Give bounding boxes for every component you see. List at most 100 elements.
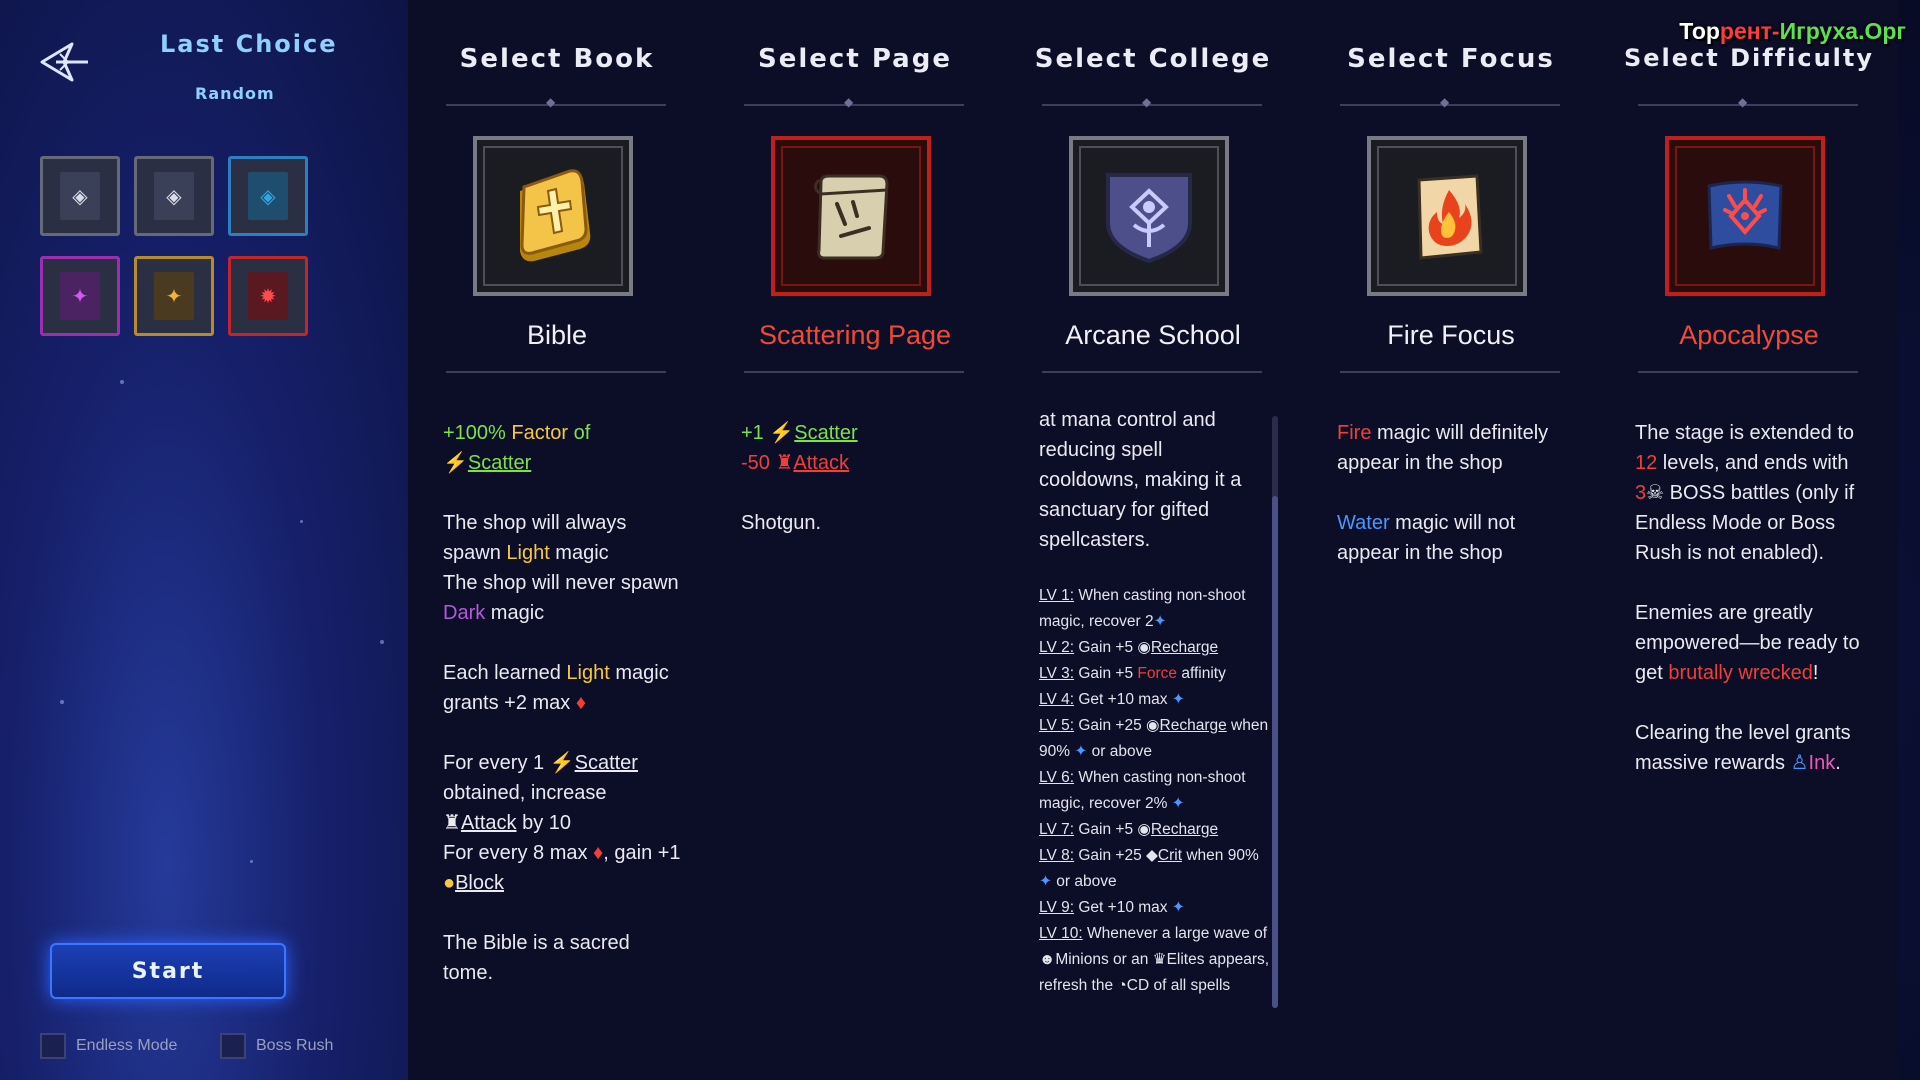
- desc-line: Each learned Light magic grants +2 max ♦: [443, 658, 683, 718]
- sidebar: Last Choice Random ◈ ◈ ◈ ✦ ✦ ✹ Start End…: [0, 0, 415, 1080]
- crit-link[interactable]: Crit: [1158, 847, 1182, 864]
- level-text: Gain +5: [1074, 639, 1138, 656]
- mana-icon: ✦: [1039, 873, 1052, 890]
- desc-line: Enemies are greatly empowered—be ready t…: [1635, 598, 1875, 688]
- level-entry: LV 5: Gain +25 ◉Recharge when 90% ✦ or a…: [1039, 713, 1271, 765]
- mana-icon: ✦: [1171, 691, 1185, 708]
- level-key: LV 5:: [1039, 717, 1075, 734]
- checkbox-box[interactable]: [220, 1033, 246, 1059]
- scatter-link[interactable]: Scatter: [468, 452, 531, 474]
- desc-text: of: [568, 422, 591, 444]
- level-text: affinity: [1177, 665, 1226, 682]
- force-term: Force: [1137, 665, 1178, 682]
- mana-icon: ✦: [1171, 795, 1185, 812]
- watermark: Торрент-Игруха.Орг: [1679, 18, 1906, 45]
- desc-text: magic: [549, 542, 609, 564]
- golden-bible-icon: [520, 169, 591, 262]
- block-link[interactable]: Block: [455, 872, 504, 894]
- arcane-shield-icon: [1106, 173, 1192, 264]
- recharge-link[interactable]: Recharge: [1151, 639, 1218, 656]
- level-entry: LV 1: When casting non-shoot magic, reco…: [1039, 583, 1271, 635]
- level-text: when 90%: [1182, 847, 1259, 864]
- bonus-value: +100%: [443, 422, 512, 444]
- attack-link[interactable]: Attack: [461, 812, 517, 834]
- level-text: Minions or an: [1055, 951, 1153, 968]
- desc-text: obtained, increase: [443, 782, 607, 804]
- level-text: Get +10 max: [1074, 691, 1172, 708]
- boss-count: 3: [1635, 482, 1647, 504]
- divider: [1042, 95, 1262, 109]
- desc-text: BOSS battles (only if Endless Mode or Bo…: [1635, 482, 1855, 564]
- red-emblem-icon: ✹: [248, 272, 288, 320]
- back-button[interactable]: [38, 40, 94, 84]
- factor-term: Factor: [511, 422, 569, 444]
- boss-skull-icon: ☠: [1646, 482, 1665, 504]
- page-description: +1 ⚡Scatter -50 ♜Attack Shotgun.: [741, 418, 981, 568]
- purple-emblem-icon: ✦: [60, 272, 100, 320]
- page-selector[interactable]: [771, 136, 931, 296]
- college-name: Arcane School: [1065, 320, 1241, 350]
- random-button[interactable]: Random: [195, 84, 275, 103]
- book-selector[interactable]: [473, 136, 633, 296]
- white-diamond-emblem-icon: ◈: [60, 172, 100, 220]
- desc-text: by 10: [516, 812, 571, 834]
- block-icon: ●: [443, 872, 456, 894]
- preset-slot-2[interactable]: ◈: [134, 156, 214, 236]
- attack-icon: ♜: [775, 452, 794, 474]
- mana-icon: ✦: [1074, 743, 1088, 760]
- level-entry: LV 6: When casting non-shoot magic, reco…: [1039, 765, 1271, 817]
- scrollbar-thumb[interactable]: [1272, 496, 1278, 1008]
- scroll-page-icon: [814, 174, 889, 260]
- boss-rush-label: Boss Rush: [256, 1037, 334, 1054]
- college-selector[interactable]: [1069, 136, 1229, 296]
- divider: [1340, 371, 1560, 373]
- checkbox-box[interactable]: [40, 1033, 66, 1059]
- watermark-part: Игруха.Орг: [1779, 18, 1906, 44]
- preset-slot-5[interactable]: ✦: [134, 256, 214, 336]
- level-text: CD of all spells: [1126, 977, 1231, 994]
- preset-slot-1[interactable]: ◈: [40, 156, 120, 236]
- college-scrollbar[interactable]: [1272, 416, 1278, 1008]
- level-key: LV 1:: [1039, 587, 1075, 604]
- level-key: LV 9:: [1039, 899, 1075, 916]
- desc-text: For every 1: [443, 752, 550, 774]
- endless-mode-checkbox[interactable]: Endless Mode: [40, 1033, 177, 1059]
- level-entry: LV 3: Gain +5 Force affinity: [1039, 661, 1271, 687]
- college-levels: LV 1: When casting non-shoot magic, reco…: [1039, 583, 1271, 999]
- dark-term: Dark: [443, 602, 486, 624]
- scatter-link[interactable]: Scatter: [794, 422, 857, 444]
- attack-icon: ♜: [443, 812, 461, 834]
- recharge-icon: ◉: [1146, 717, 1160, 734]
- scatter-link[interactable]: Scatter: [575, 752, 638, 774]
- level-entry: LV 9: Get +10 max ✦: [1039, 895, 1271, 921]
- preset-slot-6[interactable]: ✹: [228, 256, 308, 336]
- endless-mode-label: Endless Mode: [76, 1037, 178, 1054]
- level-text: or above: [1087, 743, 1152, 760]
- start-button[interactable]: Start: [50, 943, 286, 999]
- recharge-link[interactable]: Recharge: [1160, 717, 1227, 734]
- desc-line: Shotgun.: [741, 512, 822, 534]
- level-entry: LV 8: Gain +25 ◆Crit when 90% ✦ or above: [1039, 843, 1271, 895]
- fire-scroll-icon: [1417, 174, 1483, 260]
- heart-icon: ♦: [593, 842, 604, 864]
- recharge-link[interactable]: Recharge: [1151, 821, 1218, 838]
- difficulty-selector[interactable]: [1665, 136, 1825, 296]
- desc-line: Fire magic will definitely appear in the…: [1337, 418, 1577, 478]
- book-name: Bible: [526, 320, 588, 350]
- difficulty-description: The stage is extended to 12 levels, and …: [1635, 418, 1875, 808]
- preset-slot-3[interactable]: ◈: [228, 156, 308, 236]
- level-key: LV 8:: [1039, 847, 1075, 864]
- level-text: Gain +25: [1074, 717, 1146, 734]
- level-text: Gain +25: [1074, 847, 1146, 864]
- boss-rush-checkbox[interactable]: Boss Rush: [220, 1033, 333, 1059]
- select-focus-header: Select Focus: [1347, 44, 1555, 74]
- select-difficulty-header: Select Difficulty: [1623, 44, 1875, 72]
- focus-selector[interactable]: [1367, 136, 1527, 296]
- desc-text: The stage is extended to: [1635, 422, 1855, 444]
- preset-slot-4[interactable]: ✦: [40, 256, 120, 336]
- book-column: Select Book Bible +100% Factor of ⚡Scatt…: [408, 0, 706, 1080]
- attack-link[interactable]: Attack: [793, 452, 849, 474]
- mana-icon: ✦: [1153, 613, 1167, 630]
- level-count: 12: [1635, 452, 1658, 474]
- level-text: or above: [1052, 873, 1117, 890]
